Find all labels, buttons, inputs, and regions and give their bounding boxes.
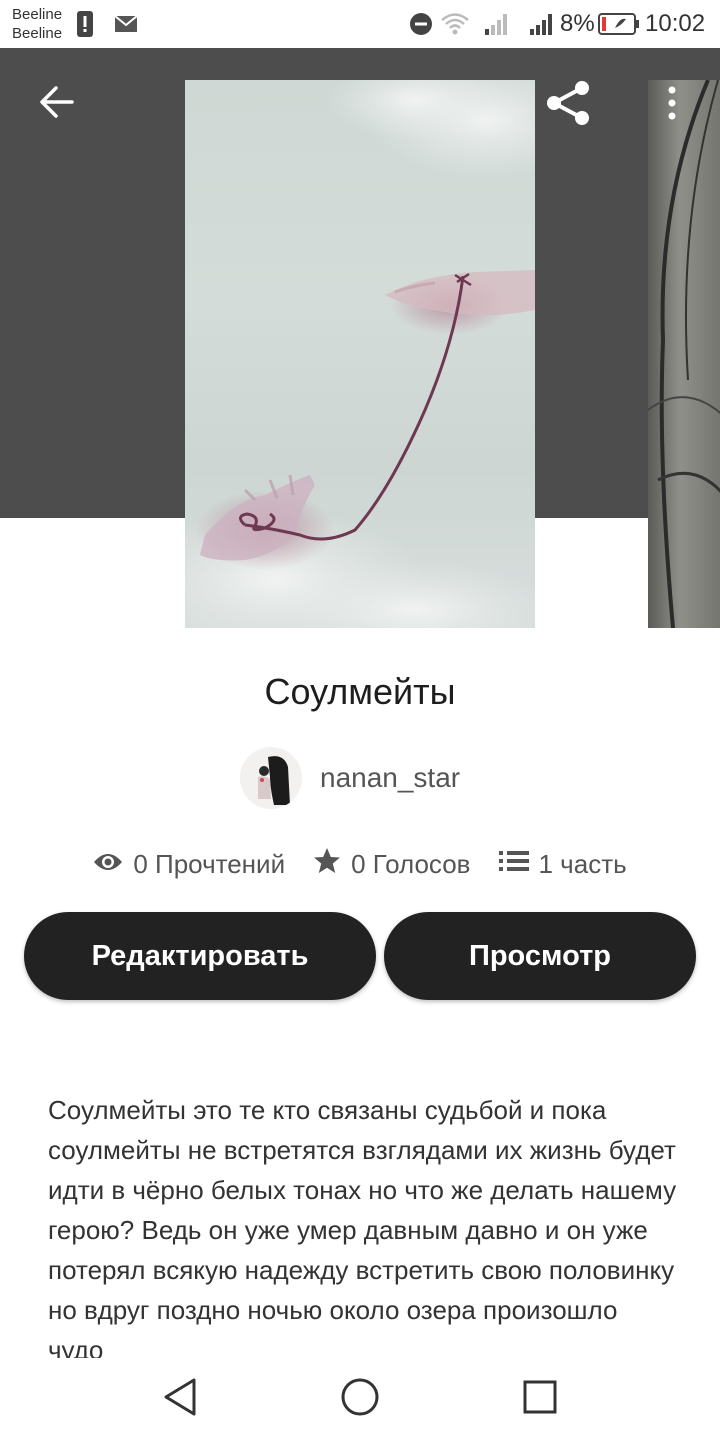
- carrier-1: Beeline: [12, 6, 63, 23]
- avatar: [240, 747, 302, 809]
- square-recents-icon: [522, 1379, 558, 1420]
- clock: 10:02: [645, 10, 706, 37]
- wifi-icon: [440, 12, 470, 41]
- star-icon: [313, 847, 351, 882]
- nav-home-button[interactable]: [335, 1374, 385, 1424]
- nav-back-button[interactable]: [155, 1374, 205, 1424]
- mail-icon: [114, 14, 138, 39]
- circle-home-icon: [340, 1377, 380, 1422]
- more-vertical-icon: [667, 86, 677, 125]
- carrier-2: Beeline: [12, 25, 63, 42]
- signal-icon-1: [484, 12, 510, 41]
- battery-percent: 8%: [560, 10, 595, 37]
- eye-icon: [93, 849, 133, 880]
- reads-count: 0 Прочтений: [133, 848, 286, 879]
- parts-count: 1 часть: [538, 848, 627, 879]
- votes-stat: 0 Голосов: [313, 847, 471, 882]
- author-profile[interactable]: nanan_star: [240, 747, 460, 809]
- reads-stat: 0 Прочтений: [93, 849, 285, 880]
- more-options-button[interactable]: [652, 80, 692, 130]
- signal-icon-2: [529, 12, 555, 41]
- story-cover[interactable]: [185, 80, 535, 628]
- carrier-names: Beeline Beeline: [12, 5, 62, 43]
- triangle-back-icon: [162, 1377, 198, 1422]
- preview-button[interactable]: Просмотр: [384, 912, 696, 1000]
- navigation-bar: [0, 1358, 720, 1440]
- next-story-cover[interactable]: [648, 80, 720, 628]
- parts-stat: 1 часть: [498, 848, 627, 880]
- status-bar: Beeline Beeline 8% 10:02: [0, 0, 720, 48]
- story-description: Соулмейты это те кто связаны судьбой и п…: [48, 1095, 677, 1358]
- story-stats: 0 Прочтений 0 Голосов 1 часть: [0, 844, 720, 884]
- list-icon: [498, 849, 539, 880]
- arrow-left-icon: [38, 85, 74, 124]
- battery-icon: [598, 13, 640, 40]
- share-icon: [543, 78, 593, 133]
- next-cover-artwork: [648, 80, 720, 628]
- edit-button[interactable]: Редактировать: [24, 912, 376, 1000]
- do-not-disturb-icon: [409, 12, 433, 41]
- share-button[interactable]: [540, 78, 596, 132]
- nav-recents-button[interactable]: [515, 1374, 565, 1424]
- sim-alert-icon: [76, 10, 94, 43]
- story-title: Соулмейты: [264, 671, 456, 712]
- back-button[interactable]: [28, 80, 84, 128]
- cover-artwork: [185, 80, 535, 628]
- author-name: nanan_star: [320, 762, 461, 793]
- votes-count: 0 Голосов: [351, 848, 471, 879]
